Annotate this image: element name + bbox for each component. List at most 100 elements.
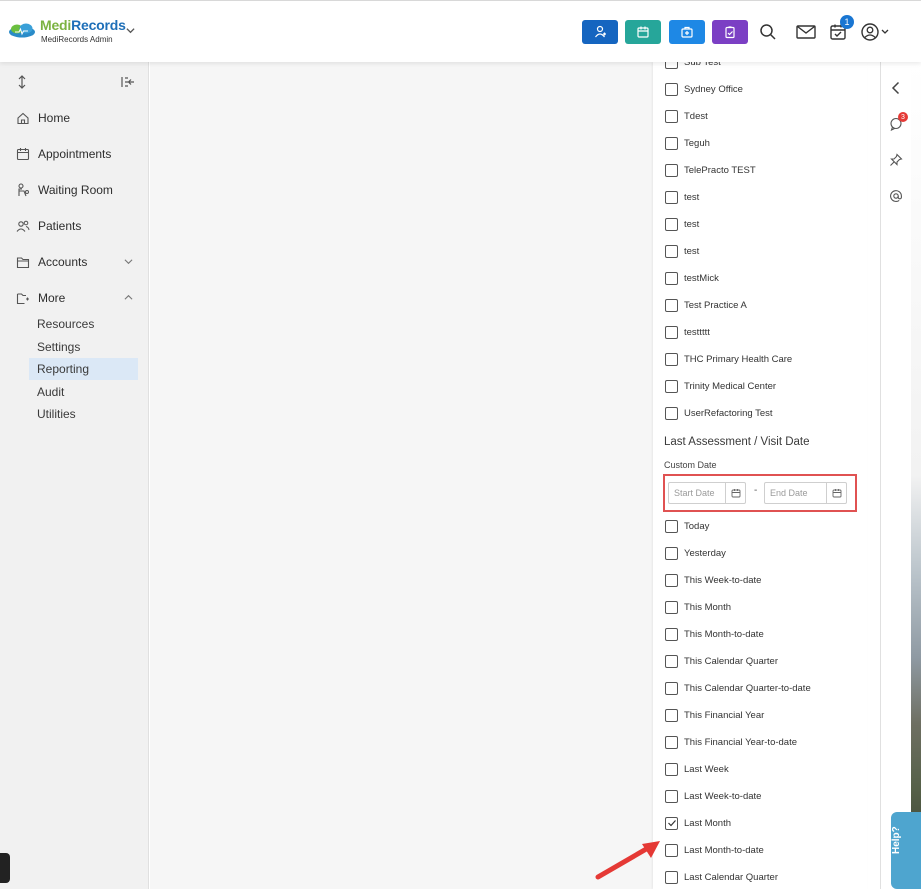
checkbox[interactable] (665, 217, 678, 231)
search-button[interactable] (757, 21, 779, 43)
checkbox[interactable] (665, 109, 678, 123)
nav-appointments[interactable]: Appointments (16, 144, 111, 164)
practice-filter-label: test (684, 218, 700, 230)
practice-filter-row[interactable]: Trinity Medical Center (665, 379, 776, 393)
tasks-clipboard-button[interactable] (712, 20, 748, 44)
checkbox[interactable] (665, 546, 678, 560)
help-tab[interactable]: Help? (891, 812, 921, 889)
checkbox[interactable] (665, 136, 678, 150)
date-range-filter-row[interactable]: Last Week-to-date (665, 789, 761, 803)
practice-filter-row[interactable]: testtttt (665, 325, 710, 339)
checkbox[interactable] (665, 298, 678, 312)
date-range-filter-row[interactable]: This Month-to-date (665, 627, 764, 641)
practice-filter-row[interactable]: Test Practice A (665, 298, 747, 312)
add-patient-icon (595, 25, 606, 38)
submenu-reporting[interactable]: Reporting (29, 358, 138, 380)
checkbox[interactable] (665, 406, 678, 420)
checkbox[interactable] (665, 762, 678, 776)
checkbox[interactable] (665, 681, 678, 695)
checkbox-checked[interactable] (665, 816, 678, 830)
nav-accounts[interactable]: Accounts (16, 252, 87, 272)
pin-button[interactable] (888, 152, 904, 168)
checkbox[interactable] (665, 654, 678, 668)
nav-home[interactable]: Home (16, 108, 70, 128)
medical-button[interactable] (669, 20, 705, 44)
checkbox[interactable] (665, 789, 678, 803)
submenu-settings[interactable]: Settings (29, 336, 138, 358)
submenu-audit[interactable]: Audit (29, 381, 138, 403)
nav-waiting-room[interactable]: Waiting Room (16, 180, 113, 200)
practice-filter-row[interactable]: TelePracto TEST (665, 163, 756, 177)
checkbox[interactable] (665, 573, 678, 587)
user-menu-button[interactable] (859, 21, 891, 43)
date-range-filter-label: Last Month-to-date (684, 844, 764, 856)
practice-filter-row[interactable]: test (665, 244, 699, 258)
chevron-down-icon[interactable] (126, 26, 135, 35)
practice-filter-row[interactable]: test (665, 217, 699, 231)
date-range-filter-row[interactable]: Today (665, 519, 709, 533)
practice-filter-row[interactable]: testMick (665, 271, 719, 285)
chevron-down-icon[interactable] (124, 257, 133, 266)
checkbox[interactable] (665, 271, 678, 285)
date-range-filter-row[interactable]: This Calendar Quarter-to-date (665, 681, 811, 695)
nav-patients[interactable]: Patients (16, 216, 81, 236)
checkbox[interactable] (665, 190, 678, 204)
checkbox[interactable] (665, 244, 678, 258)
nav-accounts-label: Accounts (38, 255, 88, 269)
submenu-utilities[interactable]: Utilities (29, 403, 138, 425)
checkbox[interactable] (665, 600, 678, 614)
date-range-filter-row[interactable]: Last Calendar Quarter (665, 870, 778, 884)
start-date-input[interactable]: Start Date (668, 482, 746, 504)
checkbox[interactable] (665, 735, 678, 749)
date-range-filter-row[interactable]: This Month (665, 600, 731, 614)
checkbox[interactable] (665, 163, 678, 177)
practice-filter-row[interactable]: Sub Test (665, 62, 721, 69)
checkbox[interactable] (665, 379, 678, 393)
section-title-last-visit: Last Assessment / Visit Date (664, 436, 810, 448)
date-range-filter-label: Yesterday (684, 547, 726, 559)
practice-filter-row[interactable]: Tdest (665, 109, 708, 123)
calendar-icon[interactable] (826, 483, 846, 503)
date-range-filter-row[interactable]: Last Week (665, 762, 729, 776)
collapse-sidebar-icon[interactable] (121, 75, 135, 89)
practice-filter-row[interactable]: Teguh (665, 136, 710, 150)
date-range-filter-row[interactable]: Yesterday (665, 546, 726, 560)
checkbox[interactable] (665, 82, 678, 96)
practice-filter-row[interactable]: UserRefactoring Test (665, 406, 773, 420)
practice-filter-row[interactable]: test (665, 190, 699, 204)
practice-filter-row[interactable]: Sydney Office (665, 82, 743, 96)
end-date-input[interactable]: End Date (764, 482, 847, 504)
new-appointment-button[interactable] (625, 20, 661, 44)
messages-button[interactable] (795, 21, 817, 43)
checkbox[interactable] (665, 708, 678, 722)
date-range-filter-row[interactable]: Last Month (665, 816, 731, 830)
practice-filter-label: THC Primary Health Care (684, 353, 793, 365)
collapse-panel-button[interactable] (888, 80, 904, 96)
checkbox[interactable] (665, 843, 678, 857)
checkbox[interactable] (665, 325, 678, 339)
date-range-filter-row[interactable]: This Week-to-date (665, 573, 761, 587)
checkbox[interactable] (665, 870, 678, 884)
date-range-filter-row[interactable]: This Financial Year (665, 708, 764, 722)
nav-more[interactable]: More (16, 288, 65, 308)
brand-logo-link[interactable]: MediRecords MediRecords Admin (8, 17, 126, 44)
checkbox[interactable] (665, 627, 678, 641)
date-range-filter-row[interactable]: This Financial Year-to-date (665, 735, 797, 749)
annotation-arrow (595, 841, 660, 880)
chevron-up-icon[interactable] (124, 293, 133, 302)
date-range-filter-row[interactable]: Last Month-to-date (665, 843, 764, 857)
practice-filter-row[interactable]: THC Primary Health Care (665, 352, 792, 366)
print-tab[interactable] (0, 853, 10, 883)
pin-icon (890, 153, 903, 166)
date-range-filter-row[interactable]: This Calendar Quarter (665, 654, 778, 668)
submenu-resources[interactable]: Resources (29, 313, 138, 335)
checkbox[interactable] (665, 519, 678, 533)
tasks-badge: 1 (840, 15, 854, 29)
date-separator: - (754, 485, 758, 496)
expand-vertical-icon[interactable] (15, 75, 29, 89)
mention-button[interactable] (888, 188, 904, 204)
checkbox[interactable] (665, 62, 678, 69)
add-patient-button[interactable] (582, 20, 618, 44)
calendar-icon[interactable] (725, 483, 745, 503)
checkbox[interactable] (665, 352, 678, 366)
